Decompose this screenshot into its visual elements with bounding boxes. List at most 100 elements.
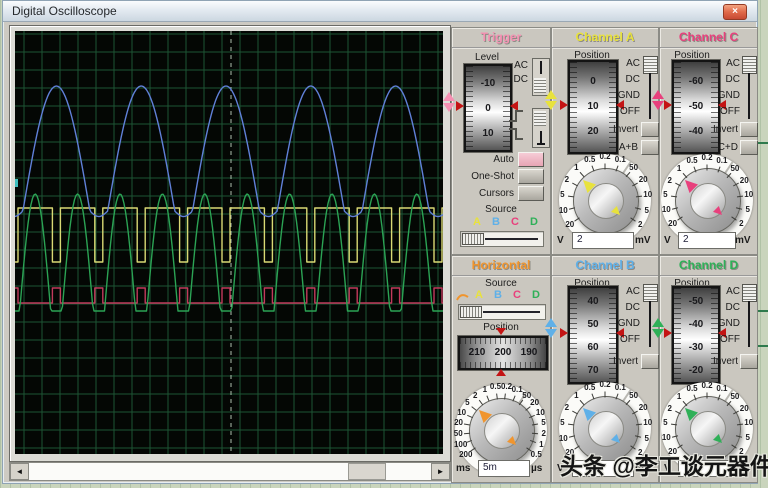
cursors-label: Cursors: [478, 188, 514, 199]
close-icon[interactable]: ×: [723, 4, 747, 20]
a-plus-b-button[interactable]: [641, 140, 659, 155]
us-unit-label: µs: [531, 463, 543, 474]
horizontal-source-slider[interactable]: [458, 304, 546, 320]
invert-label: Invert: [712, 124, 738, 135]
position-pointer-icon: [664, 328, 672, 338]
mv-unit-label: mV: [635, 235, 651, 246]
channel-a-position-arrows-icon[interactable]: [545, 90, 557, 110]
source-b-label[interactable]: B: [489, 216, 503, 228]
channel-b-coupling-slider[interactable]: [643, 284, 658, 350]
trigger-source-slider[interactable]: [460, 231, 544, 247]
knob-scale-value: 50: [629, 162, 639, 172]
source-a-label[interactable]: A: [472, 289, 486, 301]
trigger-edge-slider[interactable]: [532, 108, 550, 148]
knob-scale-value: 10: [661, 433, 671, 443]
ac-label: AC: [626, 58, 640, 69]
knob-scale-value: 20: [454, 418, 463, 428]
off-label: OFF: [620, 334, 640, 345]
knob-scale-value: 5: [745, 433, 750, 443]
gnd-label: GND: [617, 90, 640, 101]
source-d-label[interactable]: D: [529, 289, 543, 301]
auto-button[interactable]: [518, 152, 544, 167]
dial-value: 200: [494, 347, 512, 358]
cursors-button[interactable]: [518, 186, 544, 201]
dial-value: 0: [485, 103, 491, 114]
knob-scale-value: 5: [560, 190, 565, 199]
source-b-label[interactable]: B: [491, 289, 505, 301]
auto-label: Auto: [493, 154, 514, 165]
knob-scale-value: 0.5: [530, 449, 542, 459]
scrollbar-thumb[interactable]: [348, 463, 386, 480]
timebase-knob[interactable]: 200 100 50 20 10 5 2 1 0.5 0.2 0.1 50 20 10 5 2 1 0.5: [452, 382, 550, 476]
position-pointer-icon: [496, 328, 506, 335]
knob-scale-value: 10: [558, 433, 568, 443]
slider-handle[interactable]: [643, 284, 658, 302]
knob-scale-value: 1: [574, 390, 579, 400]
c-plus-d-button[interactable]: [740, 140, 758, 155]
coupling-ac-label: AC: [514, 60, 528, 71]
channel-b-position-arrows-icon[interactable]: [545, 318, 557, 338]
v-unit-label: V: [664, 235, 671, 246]
horizontal-position-dial[interactable]: 210 200 190: [457, 335, 549, 371]
title-bar[interactable]: Digital Oscilloscope ×: [3, 1, 757, 22]
one-shot-button[interactable]: [518, 169, 544, 184]
rising-edge-icon[interactable]: [508, 108, 524, 124]
off-label: OFF: [720, 334, 740, 345]
source-c-label[interactable]: C: [510, 289, 524, 301]
right-arrow-icon[interactable]: ►: [431, 463, 450, 480]
channel-a-scale-knob[interactable]: 20 10 5 2 1 0.5 0.2 0.1 50 20 10 5 2: [554, 152, 656, 246]
position-pointer-icon: [560, 100, 568, 110]
invert-button[interactable]: [641, 354, 659, 369]
gnd-label: GND: [717, 90, 740, 101]
watermark-text: 头条 @李工谈元器件: [560, 453, 768, 479]
knob-scale-value: 50: [629, 390, 639, 400]
ms-unit-label: ms: [456, 463, 471, 474]
knob-scale-value: 2: [739, 219, 744, 229]
slider-handle[interactable]: [460, 306, 482, 318]
channel-c-scale-value[interactable]: 2: [678, 232, 736, 249]
slider-handle[interactable]: [742, 284, 757, 302]
panel-title: Channel A: [552, 28, 658, 48]
scope-horizontal-scrollbar[interactable]: ◄ ►: [9, 462, 451, 481]
channel-a-coupling-slider[interactable]: [643, 56, 658, 122]
channel-d-position-arrows-icon[interactable]: [652, 318, 664, 338]
panel-title: Channel C: [660, 28, 757, 48]
trigger-level-arrows-icon[interactable]: [443, 92, 455, 112]
invert-button[interactable]: [740, 354, 758, 369]
panel-title: Channel D: [660, 256, 757, 276]
slider-handle[interactable]: [462, 233, 484, 245]
channel-c-coupling-slider[interactable]: [742, 56, 757, 122]
knob-scale-value: 5: [745, 205, 750, 215]
source-waveform-icon: [456, 294, 469, 301]
left-arrow-icon[interactable]: ◄: [10, 463, 29, 480]
knob-scale-value: 10: [661, 205, 671, 215]
invert-button[interactable]: [641, 122, 659, 137]
knob-scale-value: 1: [676, 391, 682, 401]
knob-scale-value: 5: [644, 433, 649, 443]
slider-handle[interactable]: [643, 56, 658, 74]
invert-button[interactable]: [740, 122, 758, 137]
invert-label: Invert: [612, 356, 638, 367]
ac-label: AC: [726, 58, 740, 69]
ac-label: AC: [626, 286, 640, 297]
channel-a-panel: Channel A Position 0 10 20 AC DC GND OFF…: [545, 27, 659, 255]
knob-scale-value: 5: [560, 418, 565, 427]
knob-scale-value: 20: [530, 398, 540, 408]
invert-label: Invert: [712, 356, 738, 367]
source-c-label[interactable]: C: [508, 216, 522, 228]
source-d-label[interactable]: D: [527, 216, 541, 228]
v-unit-label: V: [557, 235, 564, 246]
channel-c-scale-knob[interactable]: 20 10 5 2 1 0.5 0.2 0.1 50 20 10 5 2: [660, 153, 754, 246]
source-a-label[interactable]: A: [470, 216, 484, 228]
channel-a-scale-value[interactable]: 2: [572, 232, 634, 249]
dial-value: 190: [520, 347, 538, 358]
dc-label: DC: [625, 74, 640, 85]
dc-label: DC: [625, 302, 640, 313]
timebase-value[interactable]: 5m: [478, 460, 530, 477]
channel-c-position-arrows-icon[interactable]: [652, 90, 664, 110]
horizontal-panel: Horizontal Source A B C D Position 210 2…: [451, 255, 551, 483]
slider-handle[interactable]: [742, 56, 757, 74]
falling-edge-icon[interactable]: [508, 126, 524, 142]
dial-value: 210: [468, 347, 486, 358]
channel-d-coupling-slider[interactable]: [742, 284, 757, 350]
